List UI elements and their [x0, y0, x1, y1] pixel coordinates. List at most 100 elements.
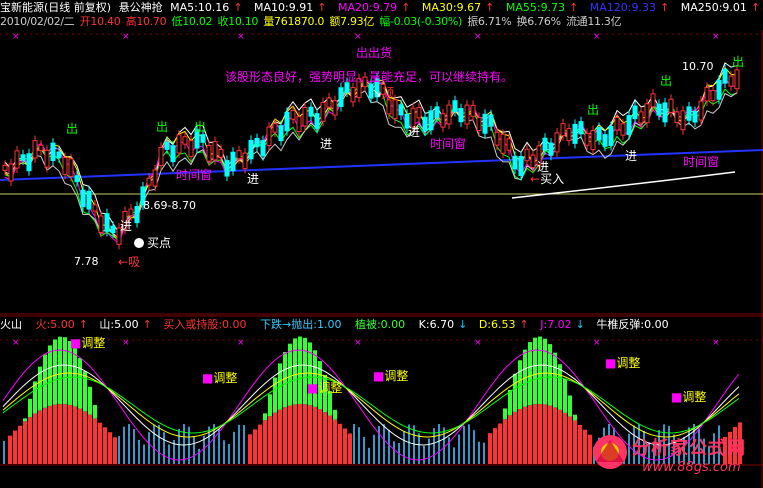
- down-arrow-icon: ↓: [458, 318, 468, 331]
- fire-bar: [533, 404, 537, 464]
- out-label-2: 出: [156, 120, 169, 134]
- vegetation-bar: [263, 413, 267, 421]
- x-marker-icon: ×: [593, 32, 601, 42]
- enter-label-4: 进: [408, 125, 421, 139]
- candle-body: [686, 106, 692, 121]
- candle-body: [590, 130, 596, 151]
- fall-bar: [163, 432, 165, 464]
- candle-body: [2, 164, 8, 171]
- fire-bar: [518, 409, 522, 464]
- x-marker-icon: ×: [712, 32, 720, 42]
- fall-bar: [133, 428, 135, 464]
- enter-label-6: 进: [625, 149, 638, 163]
- candle-body: [266, 126, 272, 147]
- candle-body: [548, 142, 554, 156]
- vegetation-bar: [553, 352, 557, 408]
- candle-body: [614, 117, 620, 131]
- fall-bar: [148, 432, 150, 464]
- x-marker-icon: ×: [474, 32, 482, 42]
- adjust-text: 调整: [682, 390, 707, 404]
- fall-bar: [218, 429, 220, 464]
- candle-body: [272, 123, 278, 133]
- candle-body: [134, 205, 140, 224]
- ind-j: J:7.02 ↓: [540, 318, 589, 331]
- fall-bar: [368, 447, 370, 464]
- fall-bar: [233, 431, 235, 464]
- fire-bar: [283, 407, 287, 464]
- fire-bar: [508, 415, 512, 464]
- fire-bar: [73, 406, 77, 464]
- time-window-3: 时间窗: [683, 155, 720, 169]
- fall-bar: [153, 424, 155, 464]
- fall-bar: [468, 424, 470, 464]
- x-marker-icon: ×: [474, 338, 482, 348]
- fall-bar: [458, 434, 460, 464]
- candle-body: [680, 110, 686, 131]
- candle-body: [500, 133, 506, 154]
- fire-bar: [538, 404, 542, 464]
- candle-body: [80, 189, 86, 208]
- fire-bar: [58, 404, 62, 464]
- candle-body: [560, 123, 566, 137]
- adjust-label-3: ■调整: [307, 381, 342, 395]
- kdj-line: [2, 376, 740, 434]
- suck-label: ←吸: [118, 255, 141, 269]
- ind-k: K:6.70 ↓: [419, 318, 472, 331]
- candle-body: [530, 154, 536, 168]
- fire-bar: [323, 412, 327, 464]
- candle-body: [476, 117, 482, 131]
- candle-body: [566, 128, 572, 142]
- fire-bar: [8, 435, 12, 464]
- x-marker-icon: ×: [12, 32, 20, 42]
- fire-bar: [303, 404, 307, 464]
- fall-bar: [198, 448, 200, 464]
- fall-bar: [423, 445, 425, 464]
- candle-body: [656, 103, 662, 116]
- candle-body: [152, 169, 158, 187]
- candle-body: [440, 113, 446, 128]
- candle-body: [38, 144, 44, 152]
- up-arrow-icon: ↑: [142, 318, 152, 331]
- candle-body: [50, 142, 56, 162]
- candle-body: [332, 100, 338, 116]
- fire-bar: [313, 406, 317, 464]
- fire-bar: [528, 405, 532, 464]
- adjust-label-6: ■调整: [671, 390, 706, 404]
- fire-bar: [28, 417, 32, 464]
- vegetation-bar: [333, 409, 337, 420]
- fall-bar: [378, 426, 380, 464]
- candle-body: [650, 93, 656, 108]
- out-label-1: 出: [66, 122, 79, 136]
- buy-in-arrow-icon: ←: [530, 172, 541, 186]
- buy-in-label: ←买入: [530, 172, 564, 186]
- candle-body: [464, 104, 470, 125]
- candle-body: [584, 132, 590, 146]
- fire-bar: [273, 412, 277, 464]
- fire-bar: [93, 418, 97, 464]
- fire-bar: [503, 419, 507, 464]
- fall-bar: [243, 425, 245, 464]
- candle-body: [722, 68, 728, 84]
- adjust-label-1: ■调整: [70, 336, 105, 350]
- adjust-label-2: ■调整: [202, 371, 237, 385]
- candle-body: [206, 145, 212, 162]
- candle-body: [92, 204, 98, 212]
- candle-body: [470, 104, 476, 117]
- fire-bar: [543, 404, 547, 464]
- enter-label-1: 进: [120, 219, 133, 233]
- fire-bar: [558, 409, 562, 464]
- fire-bar: [298, 404, 302, 464]
- candle-body: [578, 121, 584, 135]
- candle-body: [218, 148, 224, 158]
- fire-bar: [78, 408, 82, 464]
- vegetation-bar: [48, 345, 52, 406]
- vegetation-bar: [58, 336, 62, 405]
- fire-bar: [488, 433, 492, 464]
- fall-bar: [478, 441, 480, 464]
- candle-body: [278, 125, 284, 142]
- fire-bar: [338, 423, 342, 464]
- price-low-label: 7.78: [74, 255, 99, 268]
- vegetation-bar: [63, 337, 67, 405]
- candle-body: [302, 106, 308, 127]
- fire-bar: [343, 428, 347, 464]
